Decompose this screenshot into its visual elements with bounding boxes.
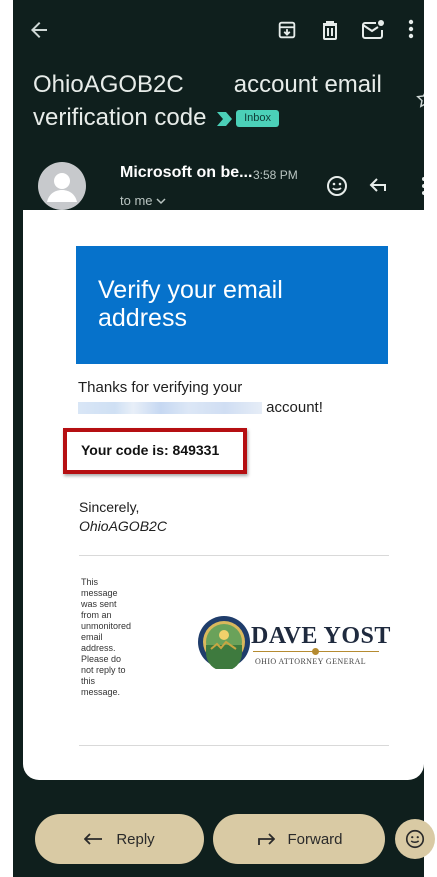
banner-title: Verify your email address [98, 276, 283, 332]
message-body: Verify your email address Thanks for ver… [23, 210, 424, 780]
logo-ornament [312, 648, 319, 655]
logo-subtitle: OHIO ATTORNEY GENERAL [255, 657, 367, 666]
archive-icon[interactable] [276, 19, 298, 41]
top-app-bar [13, 0, 424, 58]
message-more-icon[interactable] [421, 176, 424, 196]
sender-name[interactable]: Microsoft on be... [120, 164, 252, 182]
ohio-seal-logo [197, 615, 251, 671]
divider-bottom [79, 745, 389, 746]
forward-button[interactable]: Forward [213, 814, 385, 864]
email-subject: OhioAGOB2C account email verification cod… [33, 68, 413, 135]
footer-note: This message was sent from an unmonitore… [81, 577, 132, 697]
subject-part-1: OhioAGOB2C [33, 71, 184, 98]
smiley-icon [405, 829, 425, 849]
phone-screen: OhioAGOB2C account email verification cod… [13, 0, 424, 877]
avatar[interactable] [38, 162, 86, 210]
reply-button[interactable]: Reply [35, 814, 204, 864]
verify-banner: Verify your email address [76, 246, 388, 364]
inbox-label-badge[interactable]: Inbox [236, 110, 280, 128]
divider-top [79, 555, 389, 556]
redacted-account [78, 402, 262, 415]
sent-time: 3:58 PM [253, 168, 298, 182]
thanks-line: Thanks for verifying your [78, 379, 243, 396]
closing-text: Sincerely, [79, 499, 140, 515]
reply-arrow-icon [84, 833, 103, 845]
star-icon[interactable] [415, 88, 424, 110]
mark-unread-icon[interactable] [361, 19, 385, 41]
emoji-react-icon[interactable] [325, 174, 349, 198]
code-highlight-box: Your code is: 849331 [63, 428, 247, 474]
emoji-button[interactable] [395, 819, 435, 859]
recipient-label: to me [120, 193, 153, 208]
verification-code: Your code is: 849331 [81, 442, 220, 458]
importance-marker-icon[interactable] [217, 102, 233, 135]
signature: OhioAGOB2C [79, 518, 167, 534]
forward-arrow-icon [258, 833, 276, 845]
thanks-text: Thanks for verifying your account! [78, 378, 323, 418]
closing: Sincerely, OhioAGOB2C [79, 498, 167, 536]
reply-label: Reply [116, 830, 155, 848]
forward-label: Forward [287, 830, 343, 848]
thanks-end: account! [266, 399, 323, 416]
reply-icon[interactable] [369, 176, 391, 194]
sender-row: Microsoft on be... 3:58 PM to me [23, 142, 424, 210]
trash-icon[interactable] [320, 19, 340, 41]
more-vert-icon[interactable] [399, 18, 423, 40]
logo-name: DAVE YOST [251, 623, 391, 649]
arrow-left-icon[interactable] [27, 18, 51, 42]
chevron-down-icon [156, 198, 166, 205]
recipient-details[interactable]: to me [120, 193, 166, 208]
